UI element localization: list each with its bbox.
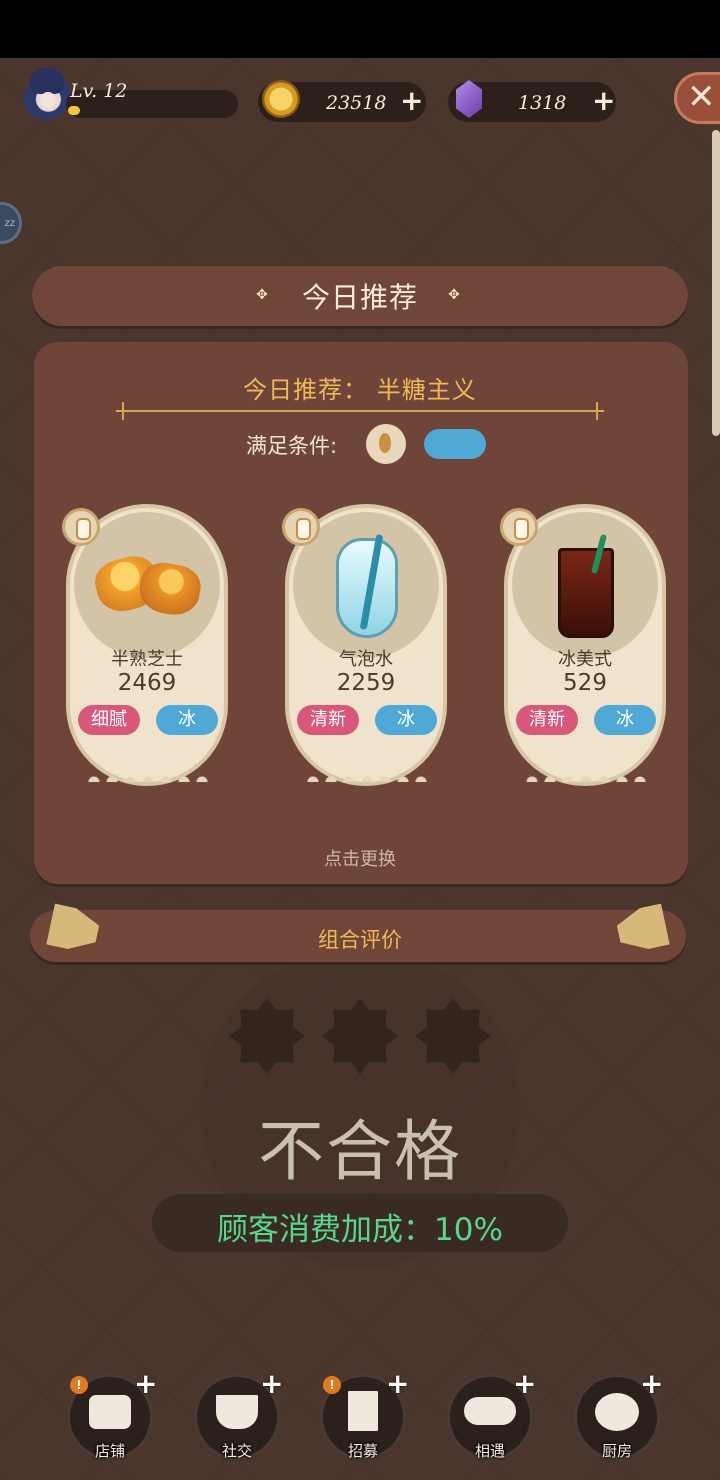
level-progress-fill [68, 106, 80, 115]
tag-fresh: 清新 [297, 705, 359, 735]
card-name: 半熟芝士 [111, 649, 183, 670]
coffee-bean-type-icon [500, 508, 538, 546]
card-score: 2259 [336, 670, 396, 696]
coffee-cup-icon [213, 1392, 261, 1432]
social-plus-icon: + [260, 1367, 284, 1400]
recommend-title: 今日推荐： 半糖主义 [243, 376, 477, 404]
nav-social-label: 社交 [221, 1442, 252, 1460]
card-name: 冰美式 [558, 649, 612, 670]
tag-ice: 冰 [375, 705, 437, 735]
tap-to-change-hint[interactable]: 点击更换 [0, 845, 720, 871]
nav-kitchen-label: 厨房 [601, 1442, 632, 1460]
divider-cap-left [122, 402, 124, 420]
add-coins-button[interactable]: + [400, 86, 423, 116]
coffee-bean-condition-icon [366, 424, 406, 464]
tag-ice: 冰 [594, 705, 656, 735]
status-bar [0, 0, 720, 58]
recruit-alert-icon: ! [323, 1376, 341, 1394]
nav-encounter-label: 相遇 [474, 1442, 505, 1460]
bread-type-icon [62, 508, 100, 546]
encounter-plus-icon: + [513, 1367, 537, 1400]
kitchen-plus-icon: + [640, 1367, 664, 1400]
grade-text: 不合格 [258, 1113, 462, 1190]
shop-icon [86, 1392, 134, 1432]
card-score: 2469 [117, 670, 177, 696]
level-label: Lv. 12 [70, 80, 128, 102]
add-gems-button[interactable]: + [592, 86, 615, 116]
frying-pan-icon [592, 1390, 642, 1434]
recruit-door-icon [345, 1388, 381, 1434]
recruit-plus-icon: + [386, 1367, 410, 1400]
ice-condition-badge [424, 429, 486, 459]
handshake-icon [461, 1394, 519, 1428]
card-score: 529 [563, 670, 607, 696]
player-avatar[interactable] [22, 68, 70, 120]
nav-shop-label: 店铺 [94, 1442, 125, 1460]
coin-icon [262, 80, 300, 118]
page-title: 今日推荐 [301, 281, 418, 314]
card-scallop [307, 772, 427, 782]
tag-smooth: 细腻 [78, 705, 140, 735]
divider-cap-right [596, 402, 598, 420]
card-scallop [526, 772, 646, 782]
shop-alert-icon: ! [70, 1376, 88, 1394]
gem-value: 1318 [518, 92, 567, 114]
iced-americano-image [558, 548, 614, 638]
tag-fresh: 清新 [516, 705, 578, 735]
close-button[interactable]: ✕ [674, 72, 720, 124]
drink-type-icon [282, 508, 320, 546]
shop-plus-icon: + [134, 1367, 158, 1400]
tag-ice: 冰 [156, 705, 218, 735]
condition-label: 满足条件: [246, 434, 338, 458]
title-divider [116, 410, 604, 412]
nav-recruit-label: 招募 [347, 1442, 378, 1460]
card-scallop [88, 772, 208, 782]
combo-rating-title: 组合评价 [318, 928, 402, 952]
coin-value: 23518 [326, 92, 387, 114]
card-name: 气泡水 [339, 649, 393, 670]
customer-spending-bonus: 顾客消费加成：10% [217, 1212, 503, 1248]
cheese-tart-image [90, 550, 204, 619]
